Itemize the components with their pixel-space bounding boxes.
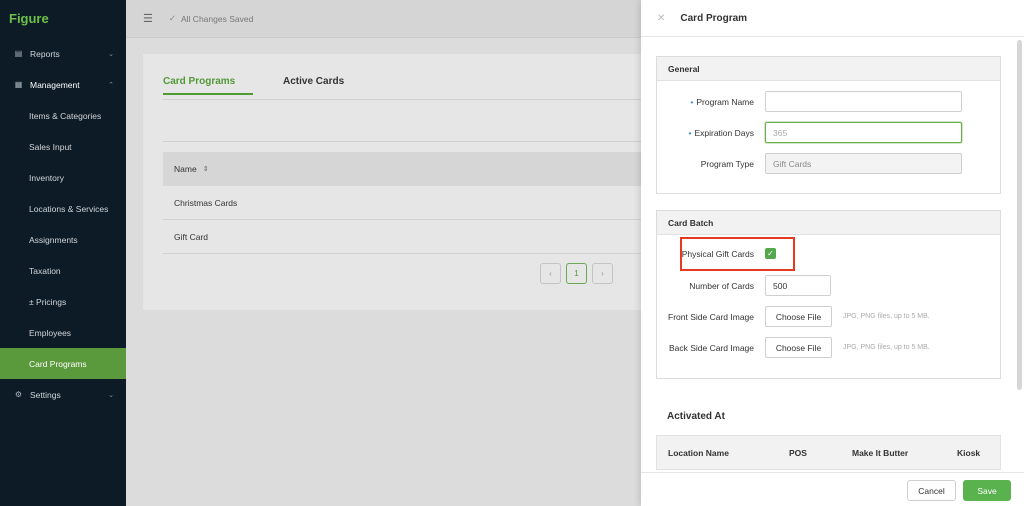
prev-page-button[interactable]: ‹ bbox=[540, 263, 561, 284]
front-image-label: Front Side Card Image bbox=[668, 311, 754, 322]
activated-at-title: Activated At bbox=[667, 411, 725, 422]
sidebar-item-label: Taxation bbox=[29, 265, 61, 276]
section-heading: General bbox=[657, 57, 1000, 81]
sidebar-item-taxation[interactable]: Taxation bbox=[0, 255, 126, 286]
check-icon: ✓ bbox=[168, 13, 176, 23]
sidebar-item-label: Inventory bbox=[29, 172, 64, 183]
sidebar-item-settings[interactable]: ⚙ Settings ⌄ bbox=[0, 379, 126, 410]
sidebar-item-items-categories[interactable]: Items & Categories bbox=[0, 100, 126, 131]
scrollbar[interactable] bbox=[1017, 40, 1022, 390]
pagination: ‹ 1 › bbox=[540, 263, 618, 284]
label-text: Program Name bbox=[696, 96, 754, 107]
tab-card-programs[interactable]: Card Programs bbox=[163, 76, 253, 95]
sidebar-item-employees[interactable]: Employees bbox=[0, 317, 126, 348]
cell-name: Christmas Cards bbox=[174, 197, 238, 208]
gear-icon: ⚙ bbox=[14, 390, 23, 399]
next-page-button[interactable]: › bbox=[592, 263, 613, 284]
general-section: General • Program Name • Expiration Days 3… bbox=[656, 56, 1001, 194]
sidebar-item-label: Assignments bbox=[29, 234, 78, 245]
drawer-header: ✕ Card Program bbox=[641, 0, 1024, 37]
tab-active-cards[interactable]: Active Cards bbox=[283, 76, 344, 95]
expiration-days-label: • Expiration Days bbox=[657, 128, 765, 138]
divider bbox=[163, 141, 641, 142]
sidebar-item-label: Sales Input bbox=[29, 141, 72, 152]
column-header-name[interactable]: Name bbox=[174, 164, 197, 174]
sidebar-item-reports[interactable]: ▤ Reports ⌄ bbox=[0, 38, 126, 69]
program-name-label: • Program Name bbox=[657, 97, 765, 107]
sidebar-item-label: ± Pricings bbox=[29, 296, 67, 307]
highlight-box bbox=[680, 237, 795, 271]
sidebar-item-inventory[interactable]: Inventory bbox=[0, 162, 126, 193]
required-dot-icon: • bbox=[690, 96, 694, 107]
expiration-days-input[interactable]: 365 bbox=[765, 122, 962, 143]
close-icon[interactable]: ✕ bbox=[657, 13, 665, 24]
column-header-pos: POS bbox=[789, 447, 807, 458]
table-row[interactable]: Christmas Cards bbox=[163, 186, 641, 220]
sort-icon[interactable]: ⇕ bbox=[203, 165, 209, 173]
drawer-footer: Cancel Save bbox=[641, 472, 1024, 506]
cancel-button[interactable]: Cancel bbox=[907, 480, 956, 501]
table-row[interactable]: Gift Card bbox=[163, 220, 641, 254]
program-name-input[interactable] bbox=[765, 91, 962, 112]
drawer-title: Card Program bbox=[680, 12, 748, 24]
program-type-label: Program Type bbox=[700, 158, 754, 169]
file-hint: JPG, PNG files, up to 5 MB. bbox=[843, 344, 930, 351]
required-dot-icon: • bbox=[688, 127, 692, 138]
table-header: Name ⇕ bbox=[163, 152, 641, 186]
card-program-drawer: ✕ Card Program General • Program Name • Ex… bbox=[641, 0, 1024, 506]
back-image-row: Back Side Card Image Choose File JPG, PN… bbox=[657, 337, 930, 358]
expiration-days-row: • Expiration Days 365 bbox=[657, 122, 962, 143]
main-content: ☰ ✓ All Changes Saved Card Programs Acti… bbox=[126, 0, 641, 506]
column-header-location: Location Name bbox=[668, 447, 729, 458]
sidebar-item-label: Settings bbox=[30, 389, 61, 400]
chevron-down-icon: ⌄ bbox=[108, 50, 114, 58]
topbar: ☰ ✓ All Changes Saved bbox=[126, 0, 641, 38]
number-of-cards-label: Number of Cards bbox=[689, 280, 754, 291]
sidebar-item-label: Management bbox=[30, 79, 80, 90]
back-image-label: Back Side Card Image bbox=[668, 342, 754, 353]
sidebar-item-card-programs[interactable]: Card Programs bbox=[0, 348, 126, 379]
sidebar-item-label: Card Programs bbox=[29, 358, 87, 369]
activated-at-table-header: Location Name POS Make It Butter Kiosk bbox=[656, 435, 1001, 470]
sidebar-item-management[interactable]: ▦ Management ⌃ bbox=[0, 69, 126, 100]
column-header-make-it-butter: Make It Butter bbox=[852, 447, 909, 458]
content-card: Card Programs Active Cards Name ⇕ Christ… bbox=[143, 54, 641, 310]
number-of-cards-row: Number of Cards 500 bbox=[657, 275, 831, 296]
program-type-row: Program Type Gift Cards bbox=[657, 153, 962, 174]
management-icon: ▦ bbox=[14, 80, 23, 89]
save-status: All Changes Saved bbox=[181, 13, 254, 24]
sidebar-item-pricings[interactable]: ± Pricings bbox=[0, 286, 126, 317]
label-text: Expiration Days bbox=[694, 127, 754, 138]
menu-collapse-icon[interactable]: ☰ bbox=[143, 12, 153, 25]
brand-logo: Figure bbox=[9, 11, 49, 26]
column-header-kiosk: Kiosk bbox=[957, 447, 981, 458]
sidebar-item-sales-input[interactable]: Sales Input bbox=[0, 131, 126, 162]
sidebar-item-label: Items & Categories bbox=[29, 110, 102, 121]
number-of-cards-input[interactable]: 500 bbox=[765, 275, 831, 296]
tabs: Card Programs Active Cards bbox=[163, 76, 374, 95]
sidebar: Figure ▤ Reports ⌄ ▦ Management ⌃ Items … bbox=[0, 0, 126, 506]
file-hint: JPG, PNG files, up to 5 MB. bbox=[843, 313, 930, 320]
section-heading: Card Batch bbox=[657, 211, 1000, 235]
front-image-row: Front Side Card Image Choose File JPG, P… bbox=[657, 306, 930, 327]
report-icon: ▤ bbox=[14, 49, 23, 58]
sidebar-item-assignments[interactable]: Assignments bbox=[0, 224, 126, 255]
cell-name: Gift Card bbox=[174, 231, 209, 242]
page-button[interactable]: 1 bbox=[566, 263, 587, 284]
chevron-up-icon: ⌃ bbox=[108, 81, 114, 89]
program-type-field: Gift Cards bbox=[765, 153, 962, 174]
card-batch-section: Card Batch Physical Gift Cards ✓ Number … bbox=[656, 210, 1001, 379]
divider bbox=[163, 99, 641, 100]
back-choose-file-button[interactable]: Choose File bbox=[765, 337, 832, 358]
program-name-row: • Program Name bbox=[657, 91, 962, 112]
sidebar-item-locations-services[interactable]: Locations & Services bbox=[0, 193, 126, 224]
save-button[interactable]: Save bbox=[963, 480, 1011, 501]
sidebar-item-label: Locations & Services bbox=[29, 203, 109, 214]
sidebar-item-label: Employees bbox=[29, 327, 72, 338]
sidebar-item-label: Reports bbox=[30, 48, 60, 59]
chevron-down-icon: ⌄ bbox=[108, 391, 114, 399]
front-choose-file-button[interactable]: Choose File bbox=[765, 306, 832, 327]
